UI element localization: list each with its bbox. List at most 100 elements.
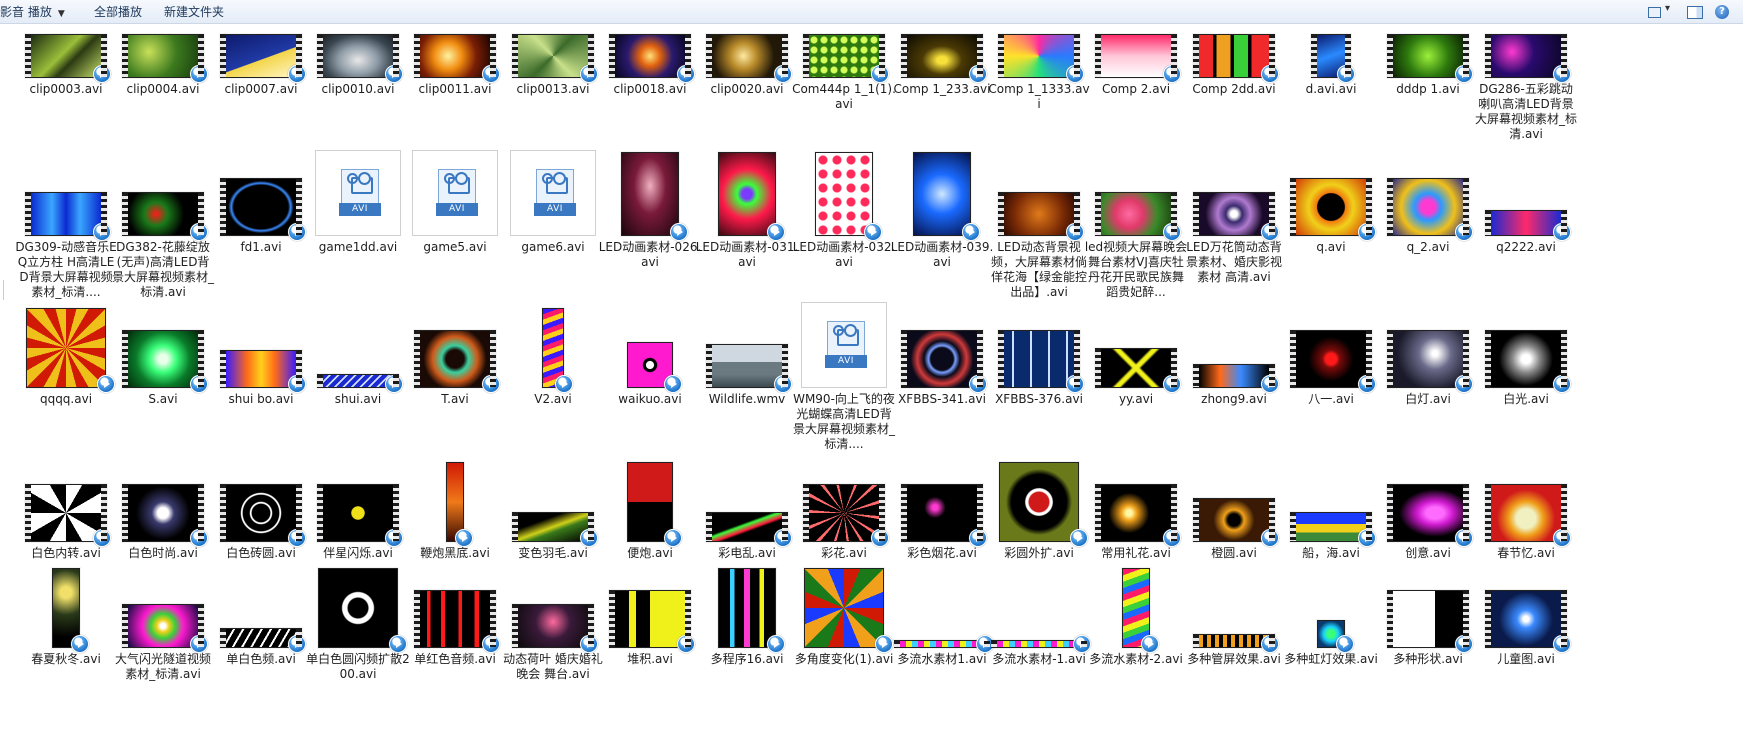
file-name: LED动画素材-031.avi [695,240,799,269]
video-thumbnail [1311,34,1355,83]
avi-tag: AVI [534,203,576,216]
file-name: clip0011.avi [418,82,492,96]
file-name: clip0018.avi [613,82,687,96]
file-thumbnail-frame [1478,24,1574,83]
video-file-icon: AVI [315,150,401,236]
media-player-icon [875,635,893,653]
file-name: 便炮.avi [627,546,673,560]
file-thumbnail-frame [699,150,795,241]
media-player-icon [482,635,500,653]
media-player-icon [288,529,306,547]
media-player-icon [1553,223,1571,241]
file-thumbnail-frame [505,456,601,547]
file-name: 多种虹灯效果.avi [1284,652,1378,666]
file-thumbnail-frame [1283,562,1379,653]
video-thumbnail [220,484,306,547]
video-thumbnail [998,330,1084,393]
media-player-icon [767,223,785,241]
file-name: 创意.avi [1405,546,1451,560]
file-thumbnail-frame [1478,562,1574,653]
video-thumbnail [25,34,111,83]
file-name: Comp 2dd.avi [1192,82,1276,96]
file-name: XFBBS-376.avi [995,392,1083,406]
file-thumbnail-frame [894,150,990,241]
pane-divider[interactable] [0,280,4,300]
video-thumbnail [317,34,403,83]
video-thumbnail [815,152,882,241]
file-thumbnail-frame [991,562,1091,653]
file-name: LED动画素材-039.avi [890,240,994,269]
file-thumbnail-frame [310,456,406,547]
media-player-icon [71,635,89,653]
preview-pane-icon[interactable] [1687,5,1703,19]
change-view-icon[interactable] [1647,3,1670,19]
file-name: dddp 1.avi [1396,82,1460,96]
video-thumbnail [446,462,473,547]
media-player-icon [969,529,987,547]
file-thumbnail-frame [894,302,990,393]
video-thumbnail [1095,348,1181,393]
file-name: clip0010.avi [321,82,395,96]
file-name: LED动画素材-026.avi [598,240,702,269]
file-thumbnail-frame [505,562,601,653]
file-name: 单红色音频.avi [414,652,496,666]
media-player-icon [1163,529,1181,547]
file-thumbnail-frame [310,302,406,393]
file-name: yy.avi [1118,392,1154,406]
file-name: clip0020.avi [710,82,784,96]
chevron-down-icon: ▼ [57,9,65,19]
file-thumbnail-frame [699,562,795,653]
file-thumbnail-frame [1186,456,1282,547]
file-thumbnail-frame [602,562,698,653]
file-name: 单白色频.avi [226,652,296,666]
file-name: Comp 2.avi [1101,82,1171,96]
help-icon[interactable]: ? [1715,5,1729,19]
file-thumbnail-frame [115,302,211,393]
file-name: 彩色烟花.avi [907,546,977,560]
file-name: 鞭炮黑底.avi [420,546,490,560]
media-player-icon [93,223,111,241]
new-folder-button[interactable]: 新建文件夹 [164,4,224,20]
video-thumbnail [609,34,695,83]
media-player-icon [962,223,980,241]
file-thumbnail-frame [115,150,211,241]
file-name: 多种管屏效果.avi [1187,652,1281,666]
video-thumbnail [317,484,403,547]
media-player-icon [1261,375,1279,393]
video-thumbnail [998,192,1084,241]
file-name: 八一.avi [1308,392,1354,406]
video-thumbnail [803,34,889,83]
play-menu-button[interactable]: 影音 播放 ▼ [0,4,65,20]
video-thumbnail [894,635,994,653]
file-name: 春夏秋冬.avi [31,652,101,666]
video-thumbnail [1193,364,1279,393]
video-thumbnail [220,34,306,83]
video-thumbnail [1193,634,1279,653]
video-thumbnail [1095,34,1181,83]
media-player-icon [774,65,792,83]
file-name: q.avi [1316,240,1346,254]
file-name: 多流水素材-2.avi [1089,652,1183,666]
media-player-icon [677,635,695,653]
file-name: Wildlife.wmv [708,392,786,406]
file-name: 彩花.avi [821,546,867,560]
media-player-icon [664,375,682,393]
file-thumbnail-frame [1478,150,1574,241]
command-toolbar: 影音 播放 ▼ 全部播放 新建文件夹 ? [0,0,1743,24]
file-name: game5.avi [423,240,487,254]
file-thumbnail-frame [310,24,406,83]
file-name: T.avi [441,392,469,406]
video-thumbnail [542,308,573,393]
file-name: DG286-五彩跳动喇叭高清LED背景大屏幕视频素材_标清.avi [1474,82,1577,141]
file-thumbnail-frame [796,562,893,653]
play-all-button[interactable]: 全部播放 [94,4,142,20]
file-thumbnail-frame [115,562,211,653]
media-player-icon [1358,223,1376,241]
play-menu-label: 影音 播放 [0,5,52,19]
video-thumbnail [122,34,208,83]
file-name: WM90-向上飞的夜光蝴蝶高清LED背景大屏幕视频素材_标清.... [792,392,895,451]
media-player-icon [455,529,473,547]
file-thumbnail-frame [18,562,114,653]
media-player-icon [93,65,111,83]
file-thumbnail-frame [1283,302,1379,393]
